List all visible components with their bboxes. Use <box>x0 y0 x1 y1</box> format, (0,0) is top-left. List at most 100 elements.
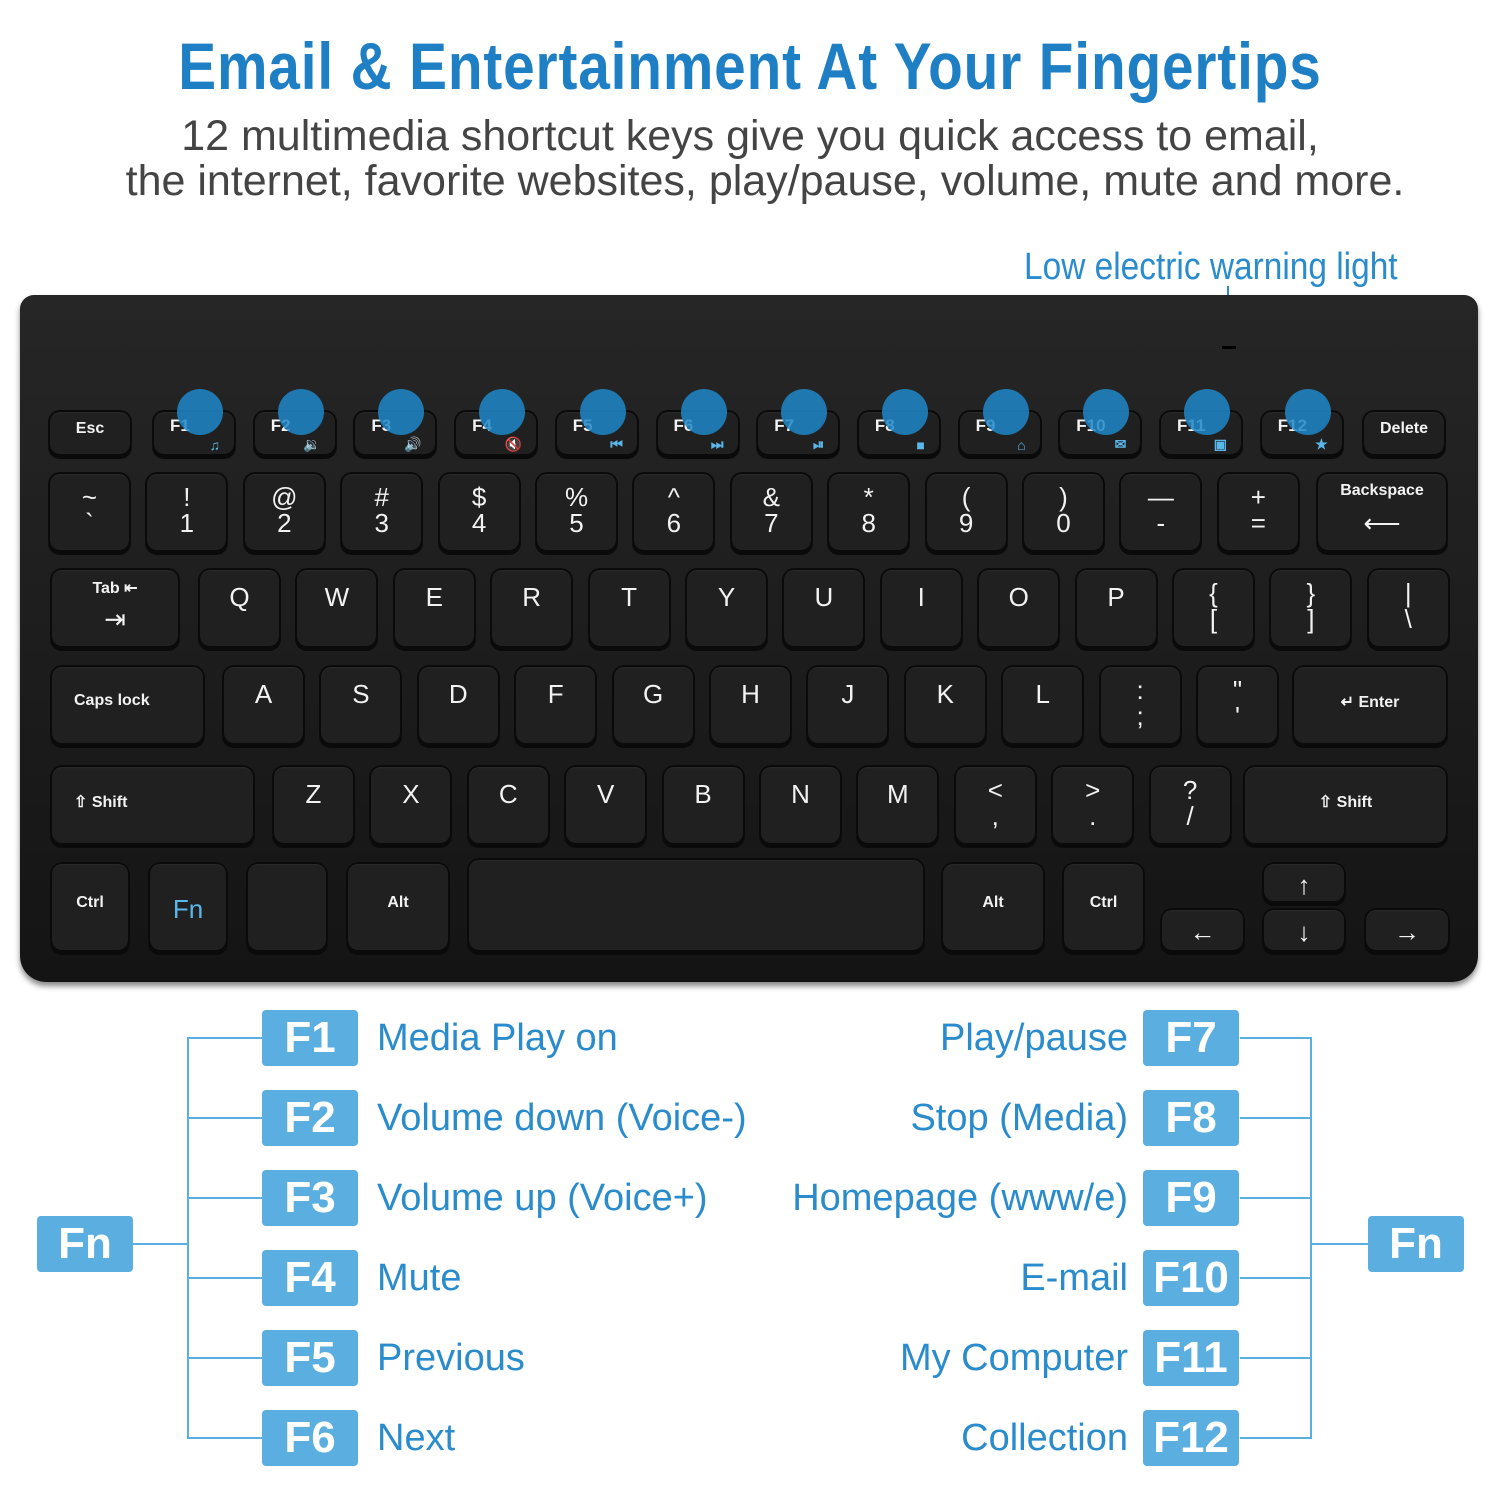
key-symbol[interactable]: % 5 <box>535 472 618 552</box>
fkey-highlight-dot <box>479 389 526 435</box>
key-fn[interactable]: Fn <box>148 862 228 952</box>
key-esc[interactable]: Esc <box>48 410 132 456</box>
key-blank[interactable] <box>246 862 328 952</box>
connector-line <box>187 1037 262 1039</box>
key-symbol[interactable]: — - <box>1119 472 1203 552</box>
key-blank[interactable] <box>467 858 925 952</box>
key-z[interactable]: Z <box>272 765 355 845</box>
key-e[interactable]: E <box>392 568 476 648</box>
key-bottom-label: \ <box>1404 604 1412 634</box>
key-symbol[interactable]: ? / <box>1148 765 1232 845</box>
key-symbol[interactable]: | \ <box>1366 568 1450 648</box>
connector-line <box>1240 1117 1312 1119</box>
key-symbol[interactable]: → <box>1364 908 1450 952</box>
key-q[interactable]: Q <box>198 568 281 648</box>
key-y[interactable]: Y <box>685 568 768 648</box>
key-s[interactable]: S <box>319 665 403 745</box>
key-symbol[interactable]: {[ <box>1172 568 1255 648</box>
key-bottom-label: - <box>1156 508 1166 538</box>
key-w[interactable]: W <box>295 568 379 648</box>
key-symbol[interactable]: + = <box>1216 472 1300 552</box>
key-bottom-label: 4 <box>471 508 487 538</box>
key-label: D <box>448 679 468 710</box>
fkey-description: E-mail <box>1020 1257 1128 1299</box>
key-g[interactable]: G <box>611 665 695 745</box>
key-j[interactable]: J <box>806 665 890 745</box>
key-t[interactable]: T <box>587 568 671 648</box>
key-alt[interactable]: Alt <box>346 862 450 952</box>
key-f[interactable]: F <box>514 665 598 745</box>
key-symbol[interactable]: ~ ` <box>48 472 131 552</box>
key-label: Ctrl <box>1089 894 1118 911</box>
fn-badge-right: Fn <box>1368 1216 1464 1272</box>
connector-line <box>187 1437 262 1439</box>
key-symbol[interactable]: ↓ <box>1262 908 1346 952</box>
key-symbol[interactable]: ^ 6 <box>632 472 716 552</box>
key-symbol[interactable]: @2 <box>242 472 326 552</box>
fkey-badge-f4: F4 <box>262 1250 358 1306</box>
key-label: Z <box>305 779 322 810</box>
key-k[interactable]: K <box>903 665 987 745</box>
key-symbol[interactable]: (9 <box>924 472 1008 552</box>
fkey-badge-f11: F11 <box>1143 1330 1239 1386</box>
key-i[interactable]: I <box>879 568 963 648</box>
key-ctrl[interactable]: Ctrl <box>1062 862 1145 952</box>
key-symbol[interactable]: #3 <box>340 472 424 552</box>
key-symbol[interactable]: " ' <box>1196 665 1279 745</box>
key-alt[interactable]: Alt <box>941 862 1045 952</box>
key-h[interactable]: H <box>709 665 792 745</box>
key-p[interactable]: P <box>1074 568 1158 648</box>
key-symbol[interactable]: ← <box>1160 908 1245 952</box>
key-symbol[interactable]: * 8 <box>827 472 911 552</box>
key-bottom-label: 6 <box>666 508 682 538</box>
fkey-description: Media Play on <box>377 1017 618 1059</box>
key-top-label: Backspace <box>1340 481 1424 499</box>
fkey-badge-f10: F10 <box>1143 1250 1239 1306</box>
key-label: Y <box>717 582 736 613</box>
key-u[interactable]: U <box>782 568 866 648</box>
fkey-highlight-dot <box>982 389 1029 435</box>
key-enter[interactable]: ↵ Enter <box>1292 665 1448 745</box>
key-symbol[interactable]: }] <box>1269 568 1353 648</box>
key-symbol[interactable]: ↑ <box>1262 862 1346 903</box>
key-caps-lock[interactable]: Caps lock <box>50 665 205 745</box>
connector-line <box>1312 1243 1368 1245</box>
key-symbol[interactable]: $4 <box>437 472 521 552</box>
key-label: C <box>498 779 518 810</box>
key-d[interactable]: D <box>416 665 500 745</box>
key-m[interactable]: M <box>856 765 940 845</box>
key-b[interactable]: B <box>661 765 745 845</box>
key-tab[interactable]: Tab ⇤ ⇥ <box>50 568 180 648</box>
key-backspace[interactable]: Backspace ⟵ <box>1316 472 1448 552</box>
key-delete[interactable]: Delete <box>1362 410 1446 456</box>
key-o[interactable]: O <box>977 568 1061 648</box>
connector-line <box>187 1357 262 1359</box>
fkey-badge-f12: F12 <box>1143 1410 1239 1466</box>
key-bottom-label: ; <box>1136 701 1144 731</box>
key-r[interactable]: R <box>490 568 574 648</box>
fkey-badge-f3: F3 <box>262 1170 358 1226</box>
key-bottom-label: . <box>1089 801 1097 831</box>
fkey-badge-f7: F7 <box>1143 1010 1239 1066</box>
key-symbol[interactable]: >. <box>1051 765 1135 845</box>
key-n[interactable]: N <box>759 765 842 845</box>
key-bottom-label: 0 <box>1056 508 1071 538</box>
key-shift[interactable]: ⇧ Shift <box>50 765 255 845</box>
key-c[interactable]: C <box>466 765 550 845</box>
key-symbol[interactable]: ) 0 <box>1022 472 1105 552</box>
connector-line <box>1240 1437 1312 1439</box>
key-x[interactable]: X <box>369 765 453 845</box>
key-a[interactable]: A <box>222 665 305 745</box>
connector-line <box>187 1117 262 1119</box>
key-shift[interactable]: ⇧ Shift <box>1243 765 1448 845</box>
key-symbol[interactable]: & 7 <box>729 472 813 552</box>
key-label: V <box>597 779 615 810</box>
key-symbol[interactable]: :; <box>1098 665 1182 745</box>
fkey-highlight-dot <box>1184 389 1230 435</box>
key-v[interactable]: V <box>564 765 648 845</box>
connector-line <box>187 1037 189 1439</box>
key-l[interactable]: L <box>1001 665 1085 745</box>
key-symbol[interactable]: <, <box>953 765 1037 845</box>
key-ctrl[interactable]: Ctrl <box>50 862 130 952</box>
key-symbol[interactable]: ! 1 <box>145 472 229 552</box>
